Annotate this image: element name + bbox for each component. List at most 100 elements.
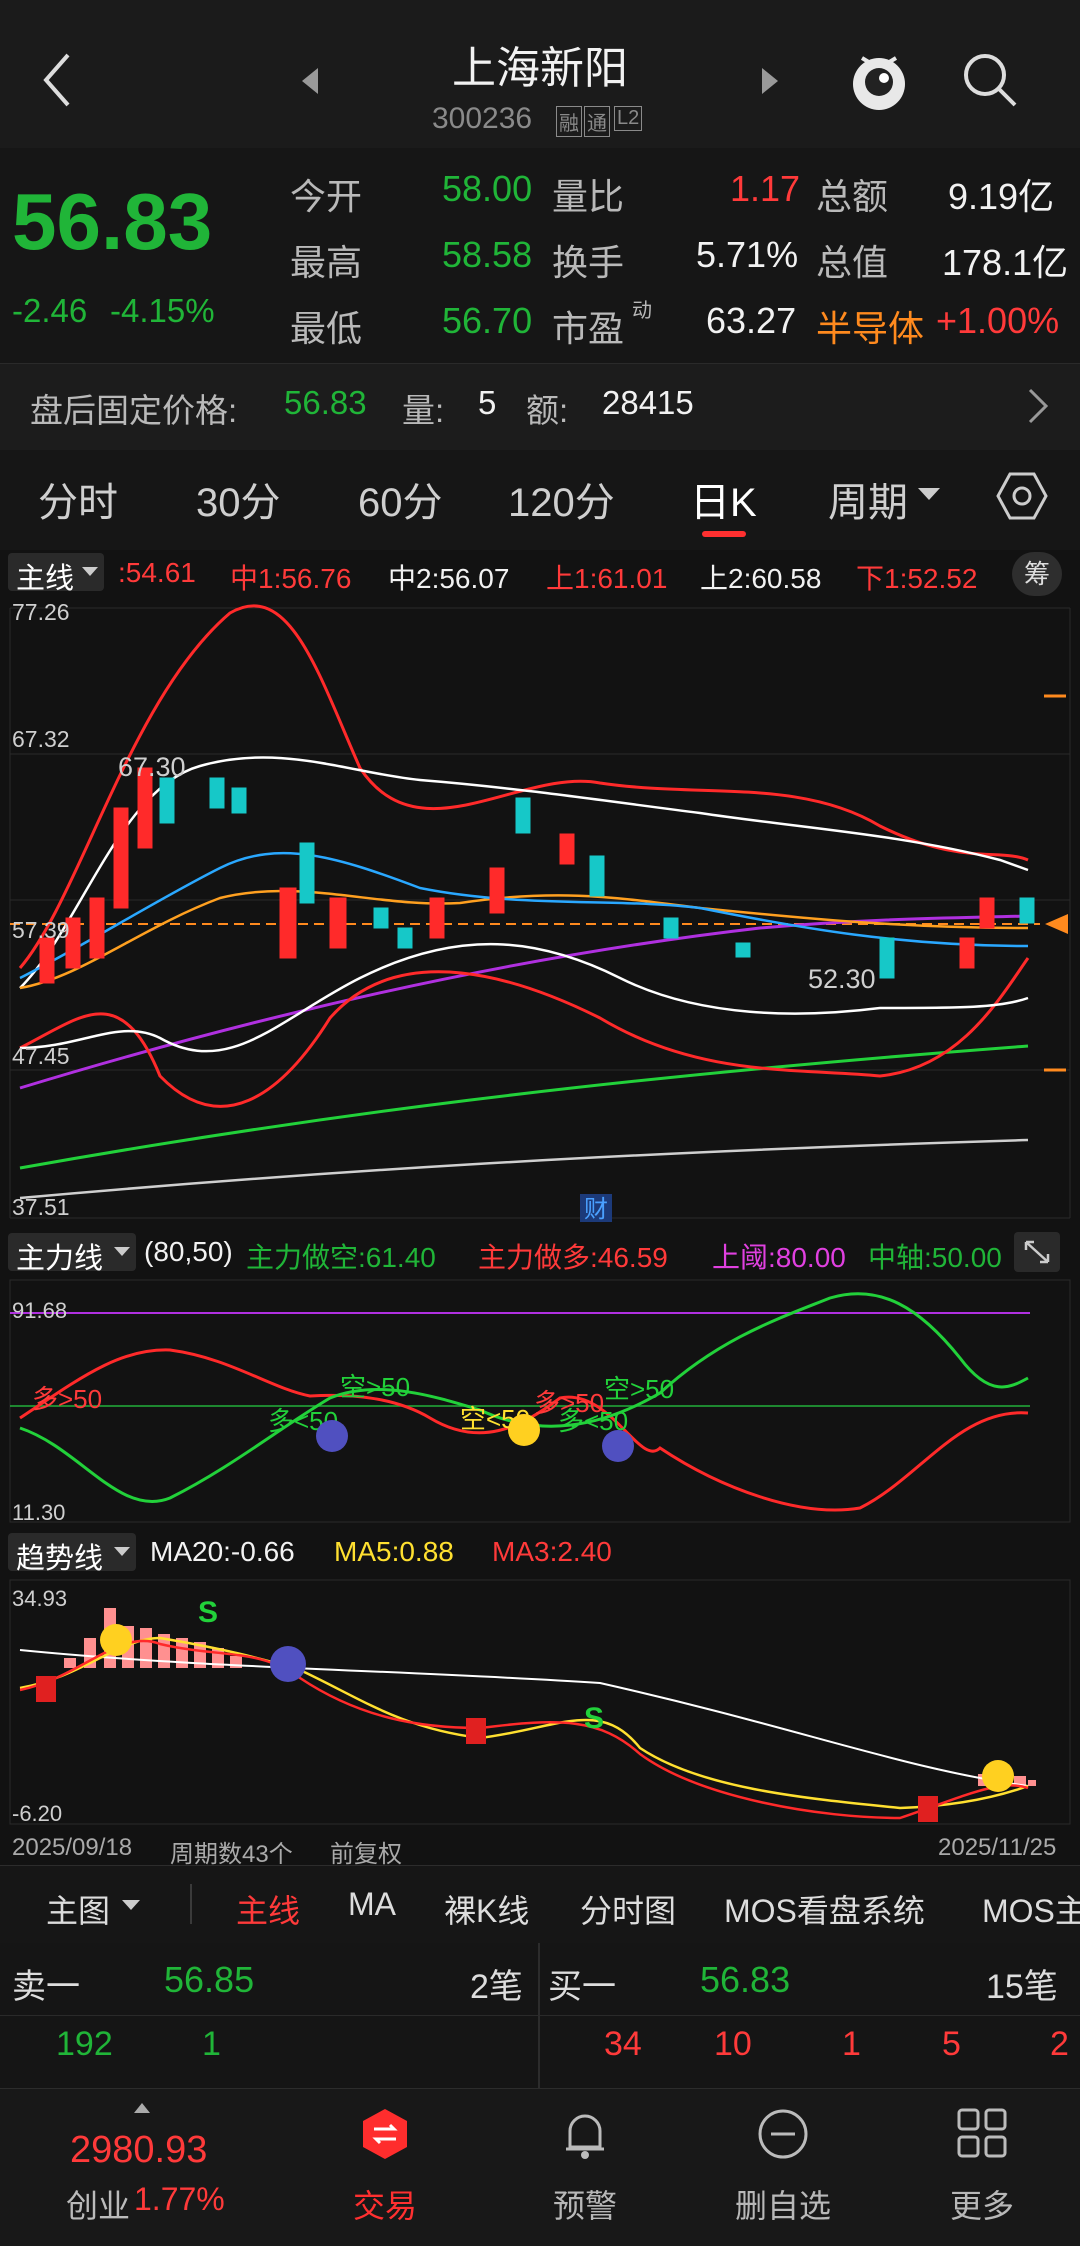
low-value: 56.70 <box>442 300 533 341</box>
trade-icon[interactable] <box>360 2107 410 2161</box>
nav-alert[interactable]: 预警 <box>505 2181 665 2227</box>
bid-queue-1: 10 <box>714 2025 752 2063</box>
sell-signal-1: S <box>198 1596 218 1629</box>
nav-remove-watchlist[interactable]: 删自选 <box>703 2181 863 2227</box>
indicator-option-timeshare[interactable]: 分时图 <box>580 1886 676 1932</box>
prev-stock-icon[interactable] <box>300 66 322 96</box>
indicator-option-mos-main[interactable]: MOS主 <box>982 1886 1080 1932</box>
indicator-option-bare-k[interactable]: 裸K线 <box>444 1886 529 1932</box>
quote-panel: 56.83 -2.46 -4.15% 今开 58.00 量比 1.17 总额 9… <box>0 148 1080 363</box>
main-chart-selector[interactable]: 主图 <box>46 1886 110 1932</box>
open-label: 今开 <box>290 176 363 217</box>
period-high-label: 67.30 <box>118 752 186 782</box>
tab-60min[interactable]: 60分 <box>358 470 443 528</box>
legend-mid1: 中1:56.76 <box>230 563 352 594</box>
bell-icon[interactable] <box>560 2107 610 2161</box>
settings-icon[interactable] <box>996 470 1048 522</box>
margin-badge: 融 <box>556 106 582 137</box>
low-label: 最低 <box>290 308 363 349</box>
tab-30min[interactable]: 30分 <box>196 470 281 528</box>
indicator-option-mos-system[interactable]: MOS看盘系统 <box>724 1886 925 1932</box>
indicator-option-mainline[interactable]: 主线 <box>236 1886 300 1932</box>
ind1-label-5: 空>50 <box>604 1374 674 1404</box>
axis-end-date: 2025/11/25 <box>938 1834 1057 1861</box>
chevron-right-icon <box>1028 388 1049 424</box>
after-hours-vol-label: 量: <box>402 392 445 429</box>
indicator1-axis: 中轴:50.00 <box>868 1242 1002 1273</box>
after-hours-amt-label: 额: <box>526 392 569 429</box>
sector-link[interactable]: 半导体 <box>816 300 924 352</box>
bid1-price: 56.83 <box>700 1959 791 2000</box>
trend-chart[interactable]: 34.93 -6.20 S S <box>0 1578 1080 1828</box>
indicator1-long: 主力做多:46.59 <box>478 1242 668 1273</box>
expand-icon[interactable] <box>1014 1232 1060 1272</box>
chips-button[interactable]: 筹 <box>1012 552 1062 596</box>
indicator1-selector[interactable]: 主力线 <box>8 1233 136 1275</box>
dropdown-icon <box>114 1547 130 1556</box>
tab-daily-k[interactable]: 日K <box>690 470 757 528</box>
dropdown-icon <box>114 1247 130 1256</box>
tab-120min[interactable]: 120分 <box>508 470 615 528</box>
dropdown-icon[interactable] <box>122 1900 140 1911</box>
axis-period-count: 周期数43个 <box>170 1841 293 1868</box>
high-label: 最高 <box>290 242 363 283</box>
after-hours-row[interactable]: 盘后固定价格: 56.83 量: 5 额: 28415 <box>0 363 1080 451</box>
caret-up-icon <box>134 2103 150 2113</box>
vol-ratio-value: 1.17 <box>730 168 801 209</box>
bottom-nav: 2980.93 创业 1.77% 交易 预警 删自选 更多 <box>0 2088 1080 2246</box>
divider <box>190 1884 192 1924</box>
more-grid-icon[interactable] <box>956 2107 1008 2159</box>
legend-up2: 上2:60.58 <box>700 563 822 594</box>
sector-change: +1.00% <box>936 300 1060 341</box>
mascot-icon[interactable] <box>848 44 910 116</box>
bid1-label: 买一 <box>548 1968 616 2006</box>
indicator1-upper: 上阈:80.00 <box>712 1242 846 1273</box>
next-stock-icon[interactable] <box>758 66 780 96</box>
index-value[interactable]: 2980.93 <box>70 2129 207 2172</box>
main-indicator-selector[interactable]: 主线 <box>8 553 104 595</box>
ask-queue-0: 192 <box>56 2025 113 2063</box>
price-axis-2: 67.32 <box>12 726 70 752</box>
moneybag-marker-icon <box>508 1414 540 1446</box>
vol-ratio-label: 量比 <box>552 176 625 217</box>
back-icon[interactable] <box>38 50 78 110</box>
indicator1-name: 主力线 <box>16 1243 104 1275</box>
tab-period[interactable]: 周期 <box>828 470 908 528</box>
period-dropdown-icon[interactable] <box>918 488 940 502</box>
indicator2-name: 趋势线 <box>16 1543 104 1575</box>
open-value: 58.00 <box>442 168 533 209</box>
indicator-bar: 主图 主线 MA 裸K线 分时图 MOS看盘系统 MOS主 <box>0 1865 1080 1944</box>
after-hours-price: 56.83 <box>284 384 367 421</box>
indicator1-params: (80,50) <box>144 1236 233 1267</box>
stock-code: 300236 <box>432 102 533 135</box>
tab-timeshare[interactable]: 分时 <box>38 470 118 528</box>
nav-more[interactable]: 更多 <box>902 2181 1062 2227</box>
remove-watchlist-icon[interactable] <box>756 2107 810 2161</box>
nav-trade[interactable]: 交易 <box>305 2181 465 2227</box>
indicator1-short: 主力做空:61.40 <box>246 1242 436 1273</box>
search-icon[interactable] <box>960 50 1020 110</box>
indicator-option-ma[interactable]: MA <box>348 1886 396 1923</box>
price-change: -2.46 <box>12 292 88 329</box>
face-marker-icon <box>602 1430 634 1462</box>
indicator2-selector[interactable]: 趋势线 <box>8 1533 136 1575</box>
market-cap-label: 总值 <box>816 242 889 283</box>
ind2-axis-top: 34.93 <box>12 1586 67 1611</box>
after-hours-amt: 28415 <box>602 384 694 421</box>
bid-queue-2: 1 <box>842 2025 861 2063</box>
high-value: 58.58 <box>442 234 533 275</box>
price-change-pct: -4.15% <box>110 292 215 329</box>
kline-chart[interactable]: 77.26 67.32 57.39 47.45 37.51 67.30 52.3… <box>0 598 1080 1228</box>
main-indicator-name: 主线 <box>16 563 75 595</box>
ma20-value: MA20:-0.66 <box>150 1536 295 1567</box>
legend-main: :54.61 <box>118 557 196 588</box>
main-force-chart[interactable]: 91.68 11.30 多>50 空>50 多<50 空<50 多>50 空>5… <box>0 1278 1080 1528</box>
bid-queue-3: 5 <box>942 2025 961 2063</box>
buy-marker-icon <box>918 1796 938 1822</box>
turnover-label: 换手 <box>552 242 625 283</box>
finance-marker[interactable]: 财 <box>584 1196 608 1223</box>
after-hours-vol: 5 <box>478 384 497 421</box>
axis-adjust-mode[interactable]: 前复权 <box>330 1834 402 1869</box>
top-header: 上海新阳 300236 融 通 L2 <box>0 0 1080 148</box>
active-tab-indicator <box>702 531 746 537</box>
